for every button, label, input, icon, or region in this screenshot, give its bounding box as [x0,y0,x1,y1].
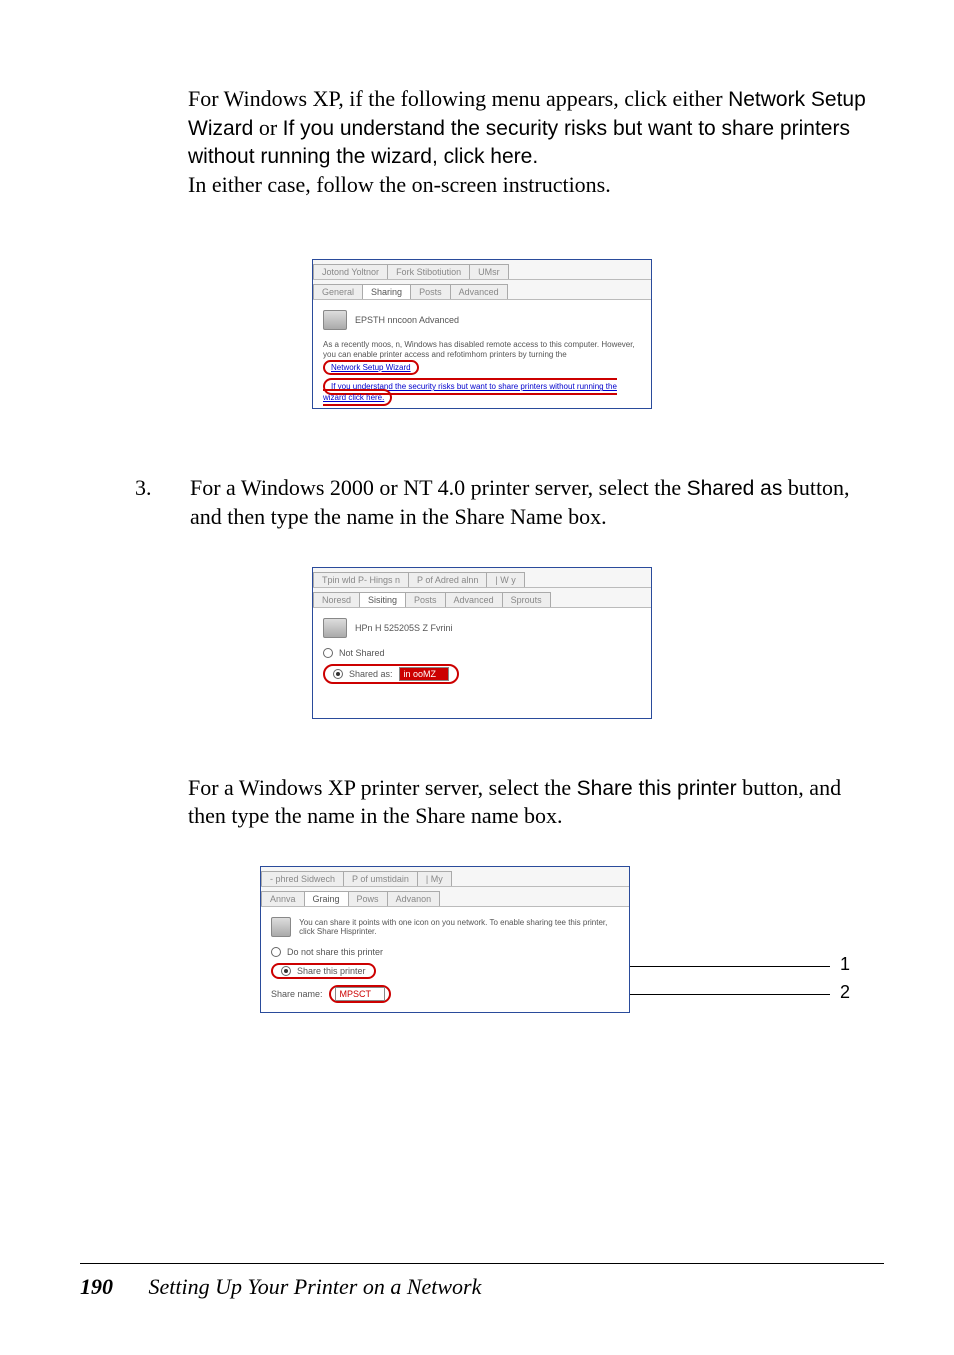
tab: Pows [348,891,388,906]
printer-name: HPn H 525205S Z Fvrini [355,623,453,633]
page-footer: 190 Setting Up Your Printer on a Network [80,1263,884,1300]
dialog-3-text: You can share it points with one icon on… [299,918,619,936]
dialog-3-tabs-row1: - phred Sidwech P of umstidain | My [261,867,629,887]
dialog-3-tabs-row2: Annva Graing Pows Advanon [261,887,629,907]
callout-1: 1 [840,954,850,975]
radio-do-not-share: Do not share this printer [271,947,619,957]
printer-icon [323,618,347,638]
para1-text-a: For Windows XP, if the following menu ap… [188,86,728,111]
tab: Advanced [445,592,503,607]
radio-not-shared: Not Shared [323,648,641,658]
tab: P of umstidain [343,871,418,886]
para3-text-b: Share this printer [577,777,737,800]
footer-title: Setting Up Your Printer on a Network [149,1274,482,1299]
tab: Jotond Yoltnor [313,264,388,279]
page-number: 190 [80,1274,113,1299]
link-network-setup-wizard: Network Setup Wizard [323,360,419,376]
tab: UMsr [469,264,509,279]
link-security-risks: If you understand the security risks but… [323,378,617,406]
radio-icon [323,648,333,658]
radio-share-this-printer: Share this printer [271,963,376,979]
dialog-2-tabs-row1: Tpin wld P- Hings n P of Adred alnn | W … [313,568,651,588]
step3-text-b: Shared as [687,477,783,500]
tab: Fork Stibotiution [387,264,470,279]
para3-text-a: For a Windows XP printer server, select … [188,775,577,800]
paragraph-3: For a Windows XP printer server, select … [188,774,884,831]
tab: Sprouts [502,592,551,607]
para1-text-e: In either case, follow the on-screen ins… [188,172,611,197]
share-name-input: in ooMZ [399,667,449,681]
radio-shared-as: Shared as: in ooMZ [323,664,459,684]
tab: Posts [410,284,451,299]
callout-line-1 [630,966,830,967]
para1-text-c: or [253,115,282,140]
dialog-1: Jotond Yoltnor Fork Stibotiution UMsr Ge… [312,259,652,409]
tab: Advanon [387,891,441,906]
step3-text-a: For a Windows 2000 or NT 4.0 printer ser… [190,475,687,500]
radio-label: Shared as: [349,669,393,679]
dialog-1-body: EPSTH nncoon Advanced As a recently moos… [313,300,651,408]
dialog-3: - phred Sidwech P of umstidain | My Annv… [260,866,630,1013]
tab: Noresd [313,592,360,607]
tab: Tpin wld P- Hings n [313,572,409,587]
callout-2: 2 [840,982,850,1003]
radio-icon [333,669,343,679]
tab-active: Sharing [362,284,411,299]
para1-text-d: If you understand the security risks but… [188,117,850,169]
dialog-2-body: HPn H 525205S Z Fvrini Not Shared Shared… [313,608,651,718]
radio-label: Do not share this printer [287,947,383,957]
share-name-input: MPSCT [335,987,385,1001]
dialog-3-body: You can share it points with one icon on… [261,907,629,1012]
tab-active: Graing [304,891,349,906]
radio-label: Share this printer [297,966,366,976]
tab: | W y [486,572,524,587]
dialog-1-tabs-row2: General Sharing Posts Advanced [313,280,651,300]
radio-icon [271,947,281,957]
dialog-1-tabs-row1: Jotond Yoltnor Fork Stibotiution UMsr [313,260,651,280]
radio-icon [281,966,291,976]
dialog-2: Tpin wld P- Hings n P of Adred alnn | W … [312,567,652,719]
printer-name: EPSTH nncoon Advanced [355,315,459,325]
tab: | My [417,871,452,886]
share-name-label: Share name: [271,989,323,999]
tab: Posts [405,592,446,607]
paragraph-1: For Windows XP, if the following menu ap… [188,85,884,199]
printer-icon [323,310,347,330]
radio-label: Not Shared [339,648,385,658]
figure-3-wrap: - phred Sidwech P of umstidain | My Annv… [260,866,860,1013]
dialog-1-text: As a recently moos, n, Windows has disab… [323,340,641,375]
tab-active: Sisiting [359,592,406,607]
printer-icon [271,917,291,937]
callout-line-2 [630,994,830,995]
tab: General [313,284,363,299]
tab: - phred Sidwech [261,871,344,886]
share-name-row: Share name: MPSCT [271,985,619,1003]
step-number: 3. [135,474,152,503]
dialog-2-tabs-row2: Noresd Sisiting Posts Advanced Sprouts [313,588,651,608]
tab: P of Adred alnn [408,572,487,587]
step-3: 3. For a Windows 2000 or NT 4.0 printer … [190,474,884,531]
tab: Annva [261,891,305,906]
tab: Advanced [450,284,508,299]
